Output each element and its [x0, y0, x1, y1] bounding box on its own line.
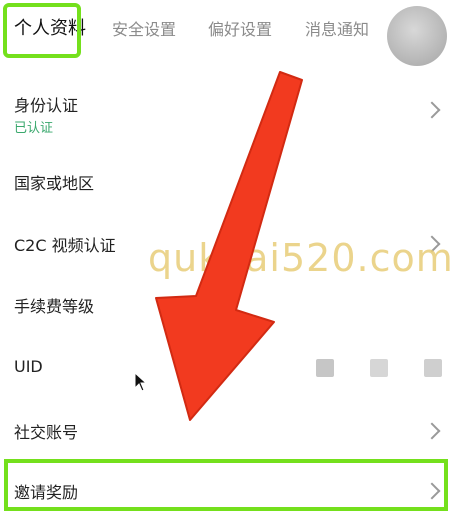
mouse-cursor-icon	[134, 372, 148, 392]
red-arrow-annotation	[155, 71, 303, 421]
